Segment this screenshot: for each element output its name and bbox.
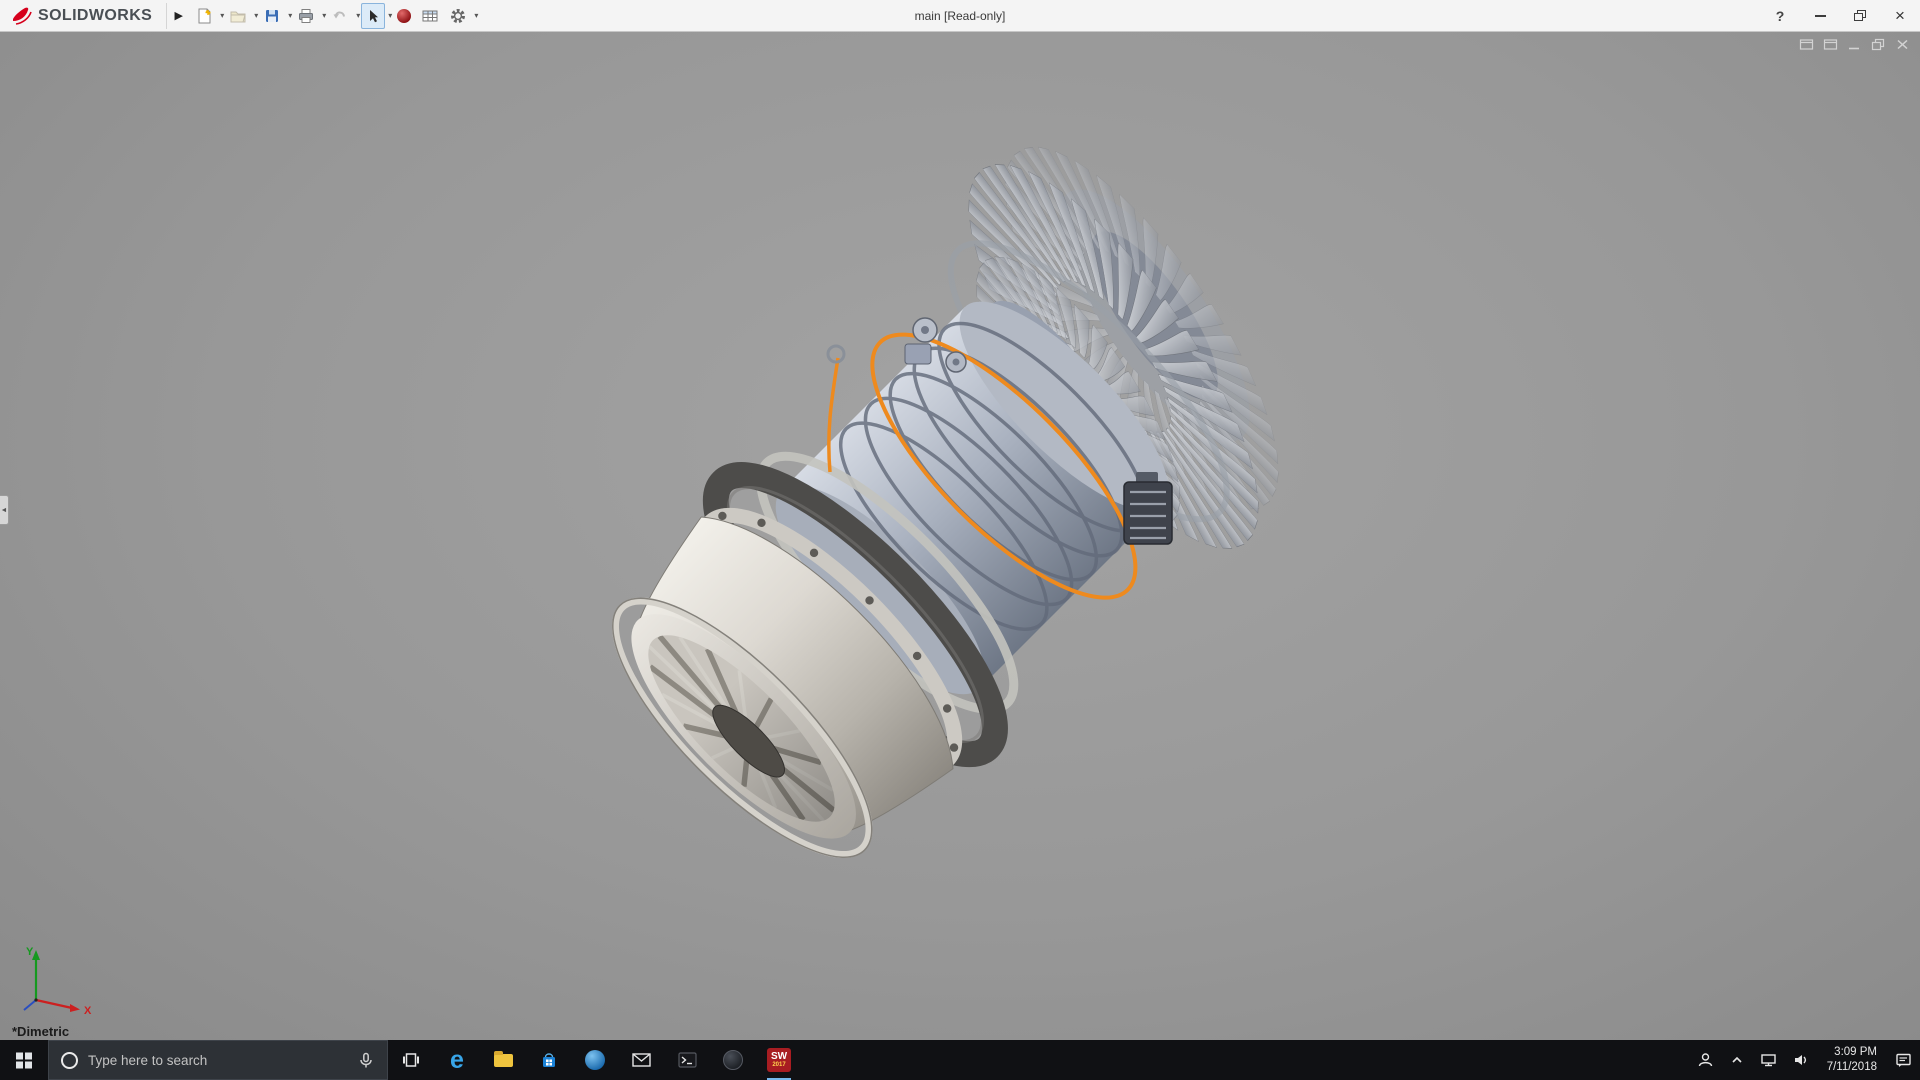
restore-button[interactable] <box>1840 0 1880 31</box>
undo-dropdown[interactable]: ▾ <box>356 11 360 20</box>
doc-window-icon-2[interactable] <box>1823 38 1838 51</box>
people-icon <box>1697 1052 1714 1068</box>
file-explorer-button[interactable] <box>480 1040 526 1080</box>
save-button[interactable] <box>259 3 285 29</box>
volume-button[interactable] <box>1785 1040 1817 1080</box>
open-document-button[interactable] <box>225 3 251 29</box>
design-table-button[interactable] <box>417 3 443 29</box>
solidworks-window: SOLIDWORKS ▶ ▾ ▾ ▾ <box>0 0 1920 1080</box>
doc-window-icon[interactable] <box>1799 38 1814 51</box>
brand-text: SOLIDWORKS <box>38 7 152 25</box>
z-axis-line <box>24 1000 36 1010</box>
x-axis-label: X <box>84 1005 92 1017</box>
taskbar-clock[interactable]: 3:09 PM 7/11/2018 <box>1817 1040 1887 1080</box>
menu-flyout-arrow[interactable]: ▶ <box>166 3 190 29</box>
new-document-dropdown[interactable]: ▾ <box>220 11 224 20</box>
edge-button[interactable]: e <box>434 1040 480 1080</box>
clock-date: 7/11/2018 <box>1827 1060 1877 1075</box>
view-orientation-label: *Dimetric <box>12 1024 69 1039</box>
search-input[interactable] <box>88 1053 347 1068</box>
doc-restore-icon[interactable] <box>1871 38 1886 51</box>
doc-minimize-icon[interactable] <box>1847 38 1862 51</box>
undo-icon <box>331 7 349 25</box>
open-document-dropdown[interactable]: ▾ <box>254 11 258 20</box>
windows-taskbar: e <box>0 1040 1920 1080</box>
titlebar: SOLIDWORKS ▶ ▾ ▾ ▾ <box>0 0 1920 32</box>
command-prompt-icon <box>678 1052 697 1068</box>
command-prompt-button[interactable] <box>664 1040 710 1080</box>
print-icon <box>297 7 315 25</box>
minimize-button[interactable] <box>1800 0 1840 31</box>
hidden-icons-button[interactable] <box>1722 1040 1752 1080</box>
solidworks-logo: SOLIDWORKS <box>0 0 166 31</box>
speaker-icon <box>1793 1052 1809 1068</box>
minimize-icon <box>1815 15 1826 17</box>
mail-button[interactable] <box>618 1040 664 1080</box>
heat-exchanger-block <box>1124 472 1172 544</box>
engine-3d-model <box>0 32 1920 1040</box>
select-tool-dropdown[interactable]: ▾ <box>388 11 392 20</box>
microphone-icon[interactable] <box>357 1052 375 1069</box>
document-title: main [Read-only] <box>915 0 1006 31</box>
render-sphere-button[interactable] <box>393 3 415 29</box>
window-controls: ? × <box>1760 0 1920 31</box>
ds-logo-icon <box>10 6 32 26</box>
cortana-circle-icon <box>61 1052 78 1069</box>
chevron-up-icon <box>1730 1053 1744 1067</box>
select-tool-button[interactable] <box>361 3 385 29</box>
round-dark-app-icon <box>723 1050 743 1070</box>
system-tray: 3:09 PM 7/11/2018 <box>1689 1040 1920 1080</box>
round-blue-app-button[interactable] <box>572 1040 618 1080</box>
action-center-button[interactable] <box>1887 1040 1920 1080</box>
open-folder-icon <box>229 7 247 25</box>
turbine-engine-assembly <box>531 84 1386 939</box>
start-button[interactable] <box>0 1040 48 1080</box>
help-button[interactable]: ? <box>1760 0 1800 31</box>
people-button[interactable] <box>1689 1040 1722 1080</box>
doc-close-icon[interactable] <box>1895 38 1910 51</box>
close-icon: × <box>1895 7 1905 24</box>
x-axis-arrow <box>70 1004 80 1012</box>
select-cursor-icon <box>365 8 381 24</box>
graphics-viewport[interactable]: ◄ Y X *Dimetric <box>0 32 1920 1040</box>
taskbar-search[interactable] <box>48 1040 388 1080</box>
store-icon <box>540 1051 558 1069</box>
close-button[interactable]: × <box>1880 0 1920 31</box>
network-button[interactable] <box>1752 1040 1785 1080</box>
new-document-button[interactable] <box>191 3 217 29</box>
task-view-icon <box>402 1051 420 1069</box>
save-dropdown[interactable]: ▾ <box>288 11 292 20</box>
red-sphere-icon <box>397 9 411 23</box>
gear-icon <box>449 7 467 25</box>
undo-button[interactable] <box>327 3 353 29</box>
new-document-icon <box>195 7 213 25</box>
store-button[interactable] <box>526 1040 572 1080</box>
solidworks-app-icon: SW 2017 <box>767 1048 791 1072</box>
clock-time: 3:09 PM <box>1834 1045 1877 1060</box>
restore-icon <box>1854 10 1866 21</box>
coordinate-triad: Y X <box>14 940 106 1026</box>
round-blue-app-icon <box>585 1050 605 1070</box>
network-icon <box>1760 1052 1777 1068</box>
y-axis-label: Y <box>26 946 34 958</box>
print-button[interactable] <box>293 3 319 29</box>
action-center-icon <box>1895 1052 1912 1069</box>
print-dropdown[interactable]: ▾ <box>322 11 326 20</box>
design-table-icon <box>421 7 439 25</box>
options-dropdown[interactable]: ▾ <box>474 11 478 20</box>
solidworks-taskbar-button[interactable]: SW 2017 <box>756 1040 802 1080</box>
edge-icon: e <box>450 1048 464 1073</box>
document-window-controls <box>1799 38 1910 51</box>
task-view-button[interactable] <box>388 1040 434 1080</box>
file-explorer-icon <box>494 1054 513 1067</box>
options-gear-button[interactable] <box>445 3 471 29</box>
save-floppy-icon <box>263 7 281 25</box>
mail-icon <box>632 1053 651 1067</box>
windows-logo-icon <box>16 1053 32 1069</box>
panel-collapse-handle[interactable]: ◄ <box>0 495 9 525</box>
round-dark-app-button[interactable] <box>710 1040 756 1080</box>
